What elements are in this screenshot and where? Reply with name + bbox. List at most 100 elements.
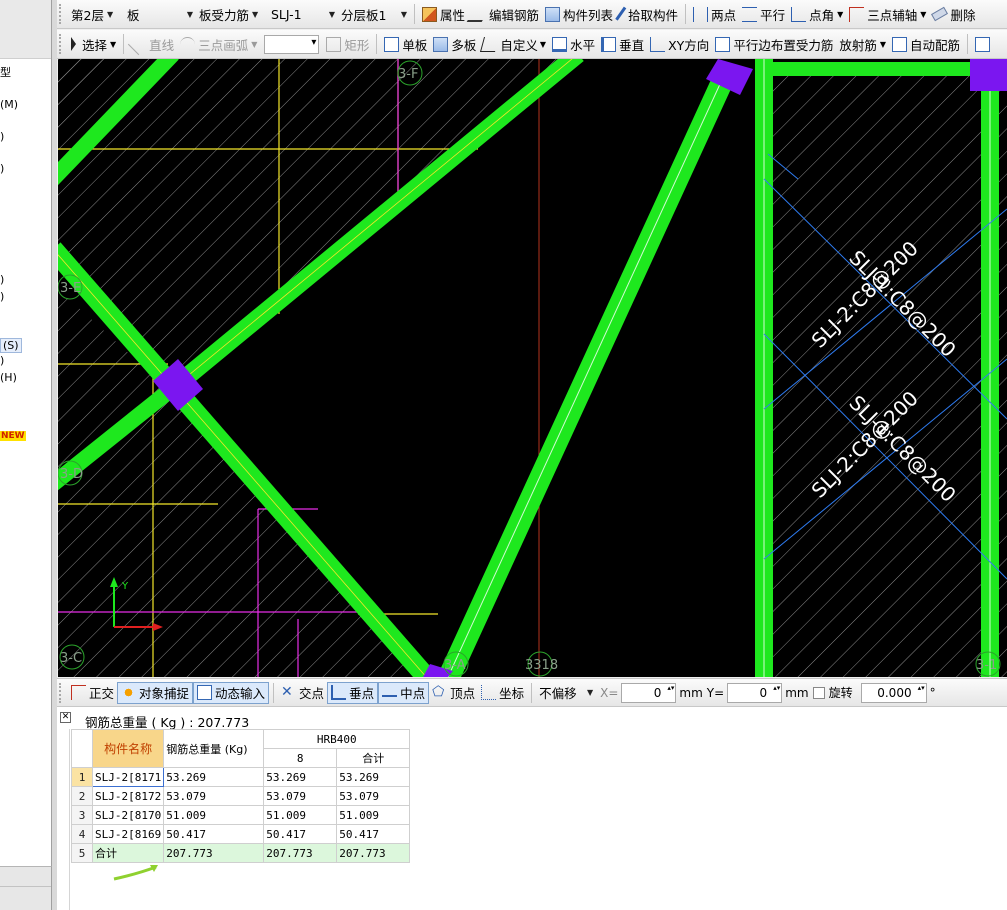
list-icon <box>545 6 561 22</box>
axis-label-31: 3-1 <box>976 658 997 673</box>
cell-name[interactable]: SLJ-2[8169 <box>91 824 165 844</box>
cell-d8[interactable]: 53.269 <box>263 767 338 787</box>
single-slab-button[interactable]: 单板 <box>381 33 430 55</box>
edit-rebar-button[interactable]: 编辑钢筋 <box>466 3 542 25</box>
vertical-button[interactable]: 垂直 <box>598 33 647 55</box>
tree-item-6[interactable]: ) <box>0 290 4 303</box>
table-total-row[interactable]: 5 合计 207.773 207.773 207.773 <box>71 843 411 863</box>
cell-total[interactable]: 53.079 <box>163 786 265 806</box>
column-header-subtotal[interactable]: 合计 <box>336 748 411 768</box>
cell-name[interactable]: SLJ-2[8170 <box>91 805 165 825</box>
x-coordinate-input[interactable]: 0 <box>621 682 677 703</box>
toolbar-grip[interactable] <box>59 34 65 54</box>
category-dropdown[interactable]: 板 ▼ <box>124 4 196 25</box>
two-points-icon <box>693 6 709 22</box>
coordinate-snap-button[interactable]: 坐标 <box>478 682 527 704</box>
row-index[interactable]: 3 <box>71 805 93 825</box>
row-index[interactable]: 1 <box>71 767 93 787</box>
toolbar-grip[interactable] <box>59 682 65 703</box>
tree-item-9[interactable]: (H) <box>0 371 17 384</box>
cell-total[interactable]: 50.417 <box>163 824 265 844</box>
two-points-axis-button[interactable]: 两点 <box>690 3 739 25</box>
vertex-snap-button[interactable]: ⬠ 顶点 <box>429 682 478 704</box>
column-header-grade[interactable]: HRB400 <box>263 729 411 749</box>
cell-sum[interactable]: 53.079 <box>336 786 411 806</box>
multi-slab-button[interactable]: 多板 <box>430 33 479 55</box>
left-panel: 型 (M) ) ) ) ) (S) ) (H) NEW <box>0 0 52 866</box>
cell-d8[interactable]: 53.079 <box>263 786 338 806</box>
tree-item-1[interactable]: 型 <box>0 64 11 80</box>
cell-sum[interactable]: 207.773 <box>336 843 411 863</box>
radial-rebar-button[interactable]: 放射筋 ▼ <box>836 33 889 55</box>
row-index[interactable]: 2 <box>71 786 93 806</box>
close-panel-icon[interactable]: ✕ <box>60 712 71 723</box>
arc-button[interactable]: 三点画弧 ▼ <box>177 33 260 55</box>
three-point-axis-button[interactable]: 三点辅轴 ▼ <box>846 3 929 25</box>
tree-item-8[interactable]: ) <box>0 354 4 367</box>
parallel-edge-icon <box>715 36 731 52</box>
cell-sum[interactable]: 53.269 <box>336 767 411 787</box>
object-snap-button[interactable]: 对象捕捉 <box>117 681 194 704</box>
tree-item-4[interactable]: ) <box>0 162 4 175</box>
cell-sum[interactable]: 50.417 <box>336 824 411 844</box>
y-coordinate-input[interactable]: 0 <box>727 682 783 703</box>
cell-total[interactable]: 207.773 <box>163 843 265 863</box>
cell-name[interactable]: SLJ-2[8171 <box>91 767 165 787</box>
rect-button[interactable]: 矩形 <box>323 33 372 55</box>
midpoint-snap-button[interactable]: 中点 <box>378 681 430 704</box>
cell-d8[interactable]: 50.417 <box>263 824 338 844</box>
layer-dropdown[interactable]: 分层板1 ▼ <box>338 4 410 25</box>
tree-item-5[interactable]: ) <box>0 273 4 286</box>
cell-total[interactable]: 53.269 <box>163 767 265 787</box>
parallel-edge-button[interactable]: 平行边布置受力筋 <box>712 33 836 55</box>
rotate-checkbox[interactable] <box>812 686 825 699</box>
cell-name[interactable]: SLJ-2[8172 <box>91 786 165 806</box>
perpendicular-snap-button[interactable]: 垂点 <box>327 681 379 704</box>
table-row[interactable]: 1 SLJ-2[8171 53.269 53.269 53.269 <box>71 767 411 787</box>
dynamic-input-button[interactable]: 动态输入 <box>193 681 270 704</box>
cell-d8[interactable]: 207.773 <box>263 843 338 863</box>
properties-button[interactable]: 属性 <box>419 3 468 25</box>
xy-direction-button[interactable]: XY方向 <box>647 33 712 55</box>
column-header-diameter[interactable]: 8 <box>263 748 338 768</box>
auto-config-button[interactable]: 自动配筋 <box>889 33 963 55</box>
point-angle-button[interactable]: 点角 ▼ <box>788 3 846 25</box>
column-header-name[interactable]: 构件名称 <box>91 729 165 768</box>
toolbar-grip[interactable] <box>59 4 65 24</box>
custom-button[interactable]: 自定义 ▼ <box>479 33 549 55</box>
tree-item-3[interactable]: ) <box>0 130 4 143</box>
more-tools-button[interactable] <box>972 33 996 55</box>
cell-sum[interactable]: 51.009 <box>336 805 411 825</box>
tree-item-7-selected[interactable]: (S) <box>0 338 22 353</box>
table-row[interactable]: 2 SLJ-2[8172 53.079 53.079 53.079 <box>71 786 411 806</box>
intersection-icon: ✕ <box>281 684 293 700</box>
cell-d8[interactable]: 51.009 <box>263 805 338 825</box>
cell-total[interactable]: 51.009 <box>163 805 265 825</box>
column-header-total[interactable]: 钢筋总重量 (Kg) <box>163 729 265 768</box>
offset-dropdown[interactable]: 不偏移 ▼ <box>536 682 596 703</box>
tree-item-2[interactable]: (M) <box>0 98 18 111</box>
component-list-button[interactable]: 构件列表 <box>542 3 616 25</box>
line-button[interactable]: 直线 <box>128 33 177 55</box>
rotate-angle-input[interactable]: 0.000 <box>860 682 927 703</box>
row-index[interactable]: 4 <box>71 824 93 844</box>
drawing-canvas[interactable]: SLJ-1:C8@200 SLJ-2:C8@200 SLJ-1:C8@200 S… <box>58 59 1007 677</box>
delete-aux-button[interactable]: 删除 <box>929 3 978 25</box>
select-button[interactable]: 选择 ▼ <box>68 33 119 55</box>
subcategory-dropdown[interactable]: 板受力筋 ▼ <box>196 4 268 25</box>
orthogonal-button[interactable]: 正交 <box>68 682 117 704</box>
row-index[interactable]: 5 <box>71 843 93 863</box>
pick-component-button[interactable]: 拾取构件 <box>615 3 681 25</box>
table-row[interactable]: 3 SLJ-2[8170 51.009 51.009 51.009 <box>71 805 411 825</box>
draw-mode-select[interactable] <box>264 34 320 54</box>
left-panel-footer <box>0 866 52 910</box>
table-row[interactable]: 4 SLJ-2[8169 50.417 50.417 50.417 <box>71 824 411 844</box>
floor-dropdown[interactable]: 第2层 ▼ <box>68 4 124 25</box>
parallel-axis-button[interactable]: 平行 <box>739 3 788 25</box>
intersection-snap-button[interactable]: ✕ 交点 <box>278 682 327 704</box>
axis-label-3D: 3-D <box>60 467 83 482</box>
midpoint-icon <box>382 688 398 697</box>
cell-name[interactable]: 合计 <box>91 843 165 863</box>
component-dropdown[interactable]: SLJ-1 ▼ <box>268 4 338 25</box>
horizontal-button[interactable]: 水平 <box>549 33 598 55</box>
